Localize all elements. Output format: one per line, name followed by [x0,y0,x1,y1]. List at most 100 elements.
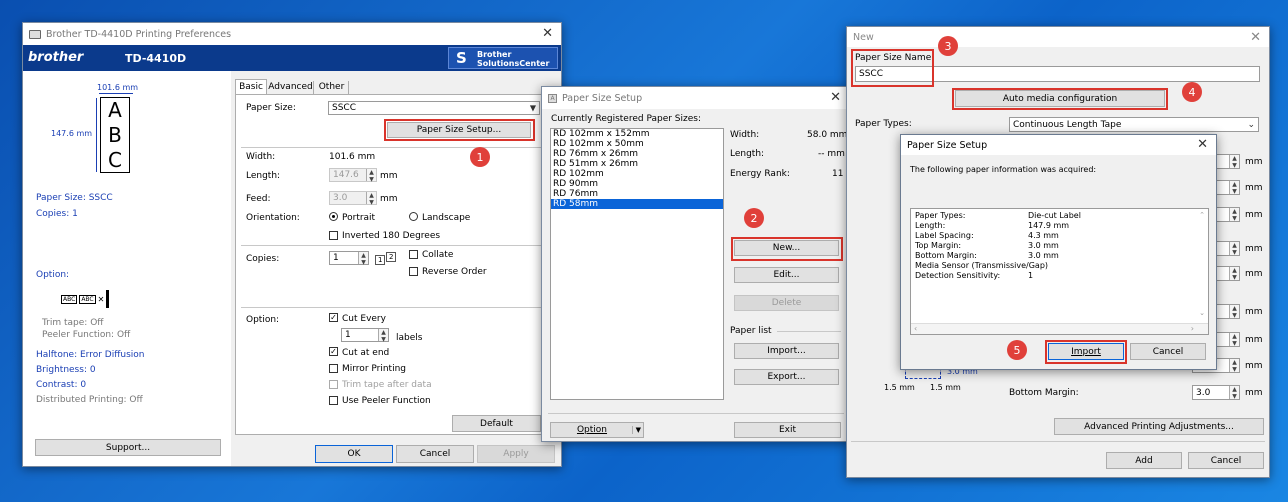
bottom-margin-stepper[interactable]: ▲ ▼ [1229,386,1239,400]
cut-every-stepper[interactable]: ▲ ▼ [378,329,388,343]
list-item[interactable]: RD 51mm x 26mm [551,159,723,169]
scroll-left-icon[interactable]: ‹ [914,324,917,333]
tab-other[interactable]: Other [315,81,349,94]
scroll-down-icon[interactable]: ⌄ [1199,309,1205,317]
chevron-down-icon: ▼ [1232,274,1237,281]
paper-size-list[interactable]: RD 102mm x 152mm RD 102mm x 50mm RD 76mm… [550,128,724,400]
horizontal-scrollbar[interactable]: ‹ › [911,323,1208,334]
export-button[interactable]: Export... [734,369,839,385]
auto-media-configuration-button[interactable]: Auto media configuration [955,90,1165,107]
step-badge-3: 3 [938,36,958,56]
unit-mm: mm [1245,157,1263,167]
ok-button[interactable]: OK [315,445,393,463]
option-button[interactable]: Option ▼ [550,422,644,438]
stepper[interactable]: ▲ ▼ [1229,359,1239,373]
center-line2: SolutionsCenter [477,59,550,68]
diagram-dim-right: 1.5 mm [930,383,961,392]
prefs-titlebar[interactable]: Brother TD-4410D Printing Preferences ✕ [23,23,561,45]
info-key: Label Spacing: [915,231,974,240]
list-item[interactable]: RD 102mm x 152mm [551,129,723,139]
reverse-order-label: Reverse Order [422,267,487,277]
delete-button[interactable]: Delete [734,295,839,311]
paper-size-name-input[interactable]: SSCC [855,66,1260,82]
width-dimension-line [99,93,133,94]
divider [548,413,844,414]
list-item[interactable]: RD 102mm [551,169,723,179]
scroll-up-icon[interactable]: ⌃ [1199,211,1205,219]
cut-every-input[interactable]: 1 ▲ ▼ [341,328,389,343]
solutions-center-link[interactable]: S Brother SolutionsCenter [448,47,558,69]
cut-every-checkbox[interactable]: ✓ [329,313,338,322]
app-icon: A [548,93,557,103]
unit-mm: mm [1245,307,1263,317]
tab-basic[interactable]: Basic [235,79,267,94]
feed-stepper[interactable]: ▲ ▼ [366,192,376,206]
list-item[interactable]: RD 76mm x 26mm [551,149,723,159]
stepper[interactable]: ▲ ▼ [1229,155,1239,169]
edit-button[interactable]: Edit... [734,267,839,283]
peeler-function-checkbox[interactable] [329,396,338,405]
copies-stepper[interactable]: ▲ ▼ [358,252,368,266]
reverse-order-checkbox[interactable] [409,267,418,276]
inverted-checkbox[interactable] [329,231,338,240]
list-item-selected[interactable]: RD 58mm [551,199,723,209]
unit-mm: mm [1245,335,1263,345]
tab-advanced[interactable]: Advanced [268,81,314,94]
setup-titlebar[interactable]: A Paper Size Setup ✕ [542,87,849,109]
unit-mm: mm [1245,210,1263,220]
stepper[interactable]: ▲ ▼ [1229,267,1239,281]
paper-size-select[interactable]: SSCC ▼ [328,101,540,115]
new-cancel-button[interactable]: Cancel [1188,452,1264,469]
close-icon[interactable]: ✕ [1250,30,1261,45]
info-import-button[interactable]: Import [1048,343,1124,360]
length-stepper[interactable]: ▲ ▼ [366,169,376,183]
option-label-box: ABC [61,294,78,304]
paper-types-select[interactable]: Continuous Length Tape ⌄ [1009,117,1259,132]
chevron-up-icon: ▲ [1232,181,1237,188]
energy-rank-value: 11 [832,169,844,179]
new-titlebar[interactable]: New ✕ [847,27,1269,47]
summary-brightness: Brightness: 0 [36,365,96,375]
trim-after-checkbox[interactable] [329,380,338,389]
length-input[interactable]: 147.6 ▲ ▼ [329,168,377,183]
add-button[interactable]: Add [1106,452,1182,469]
chevron-down-icon: ▼ [1232,215,1237,222]
scroll-right-icon[interactable]: › [1191,324,1194,333]
apply-button[interactable]: Apply [477,445,555,463]
copies-value: 1 [333,253,339,263]
feed-input[interactable]: 3.0 ▲ ▼ [329,191,377,206]
cut-at-end-checkbox[interactable]: ✓ [329,347,338,356]
stepper[interactable]: ▲ ▼ [1229,333,1239,347]
list-item[interactable]: RD 76mm [551,189,723,199]
default-button[interactable]: Default [452,415,541,432]
paper-size-setup-button[interactable]: Paper Size Setup... [387,122,531,138]
exit-button[interactable]: Exit [734,422,841,438]
portrait-radio[interactable] [329,212,338,221]
preview-height-label: 147.6 mm [51,129,93,138]
bottom-margin-input[interactable]: 3.0 ▲ ▼ [1192,385,1240,400]
stepper[interactable]: ▲ ▼ [1229,242,1239,256]
list-item[interactable]: RD 102mm x 50mm [551,139,723,149]
info-titlebar[interactable]: Paper Size Setup ✕ [901,135,1216,155]
collate-checkbox[interactable] [409,250,418,259]
stepper[interactable]: ▲ ▼ [1229,181,1239,195]
info-cancel-button[interactable]: Cancel [1130,343,1206,360]
mirror-printing-checkbox[interactable] [329,364,338,373]
copies-input[interactable]: 1 ▲ ▼ [329,251,369,266]
support-button[interactable]: Support... [35,439,221,456]
landscape-radio[interactable] [409,212,418,221]
summary-option: Option: [36,270,70,280]
cancel-button[interactable]: Cancel [396,445,474,463]
list-item[interactable]: RD 90mm [551,179,723,189]
close-icon[interactable]: ✕ [830,90,841,105]
info-value: Die-cut Label [1028,211,1081,220]
close-icon[interactable]: ✕ [542,26,553,41]
import-button[interactable]: Import... [734,343,839,359]
new-button[interactable]: New... [734,240,839,256]
chevron-down-icon: ▼ [1232,366,1237,373]
summary-halftone: Halftone: Error Diffusion [36,350,145,360]
stepper[interactable]: ▲ ▼ [1229,208,1239,222]
close-icon[interactable]: ✕ [1197,137,1208,152]
stepper[interactable]: ▲ ▼ [1229,305,1239,319]
advanced-printing-adjustments-button[interactable]: Advanced Printing Adjustments... [1054,418,1264,435]
